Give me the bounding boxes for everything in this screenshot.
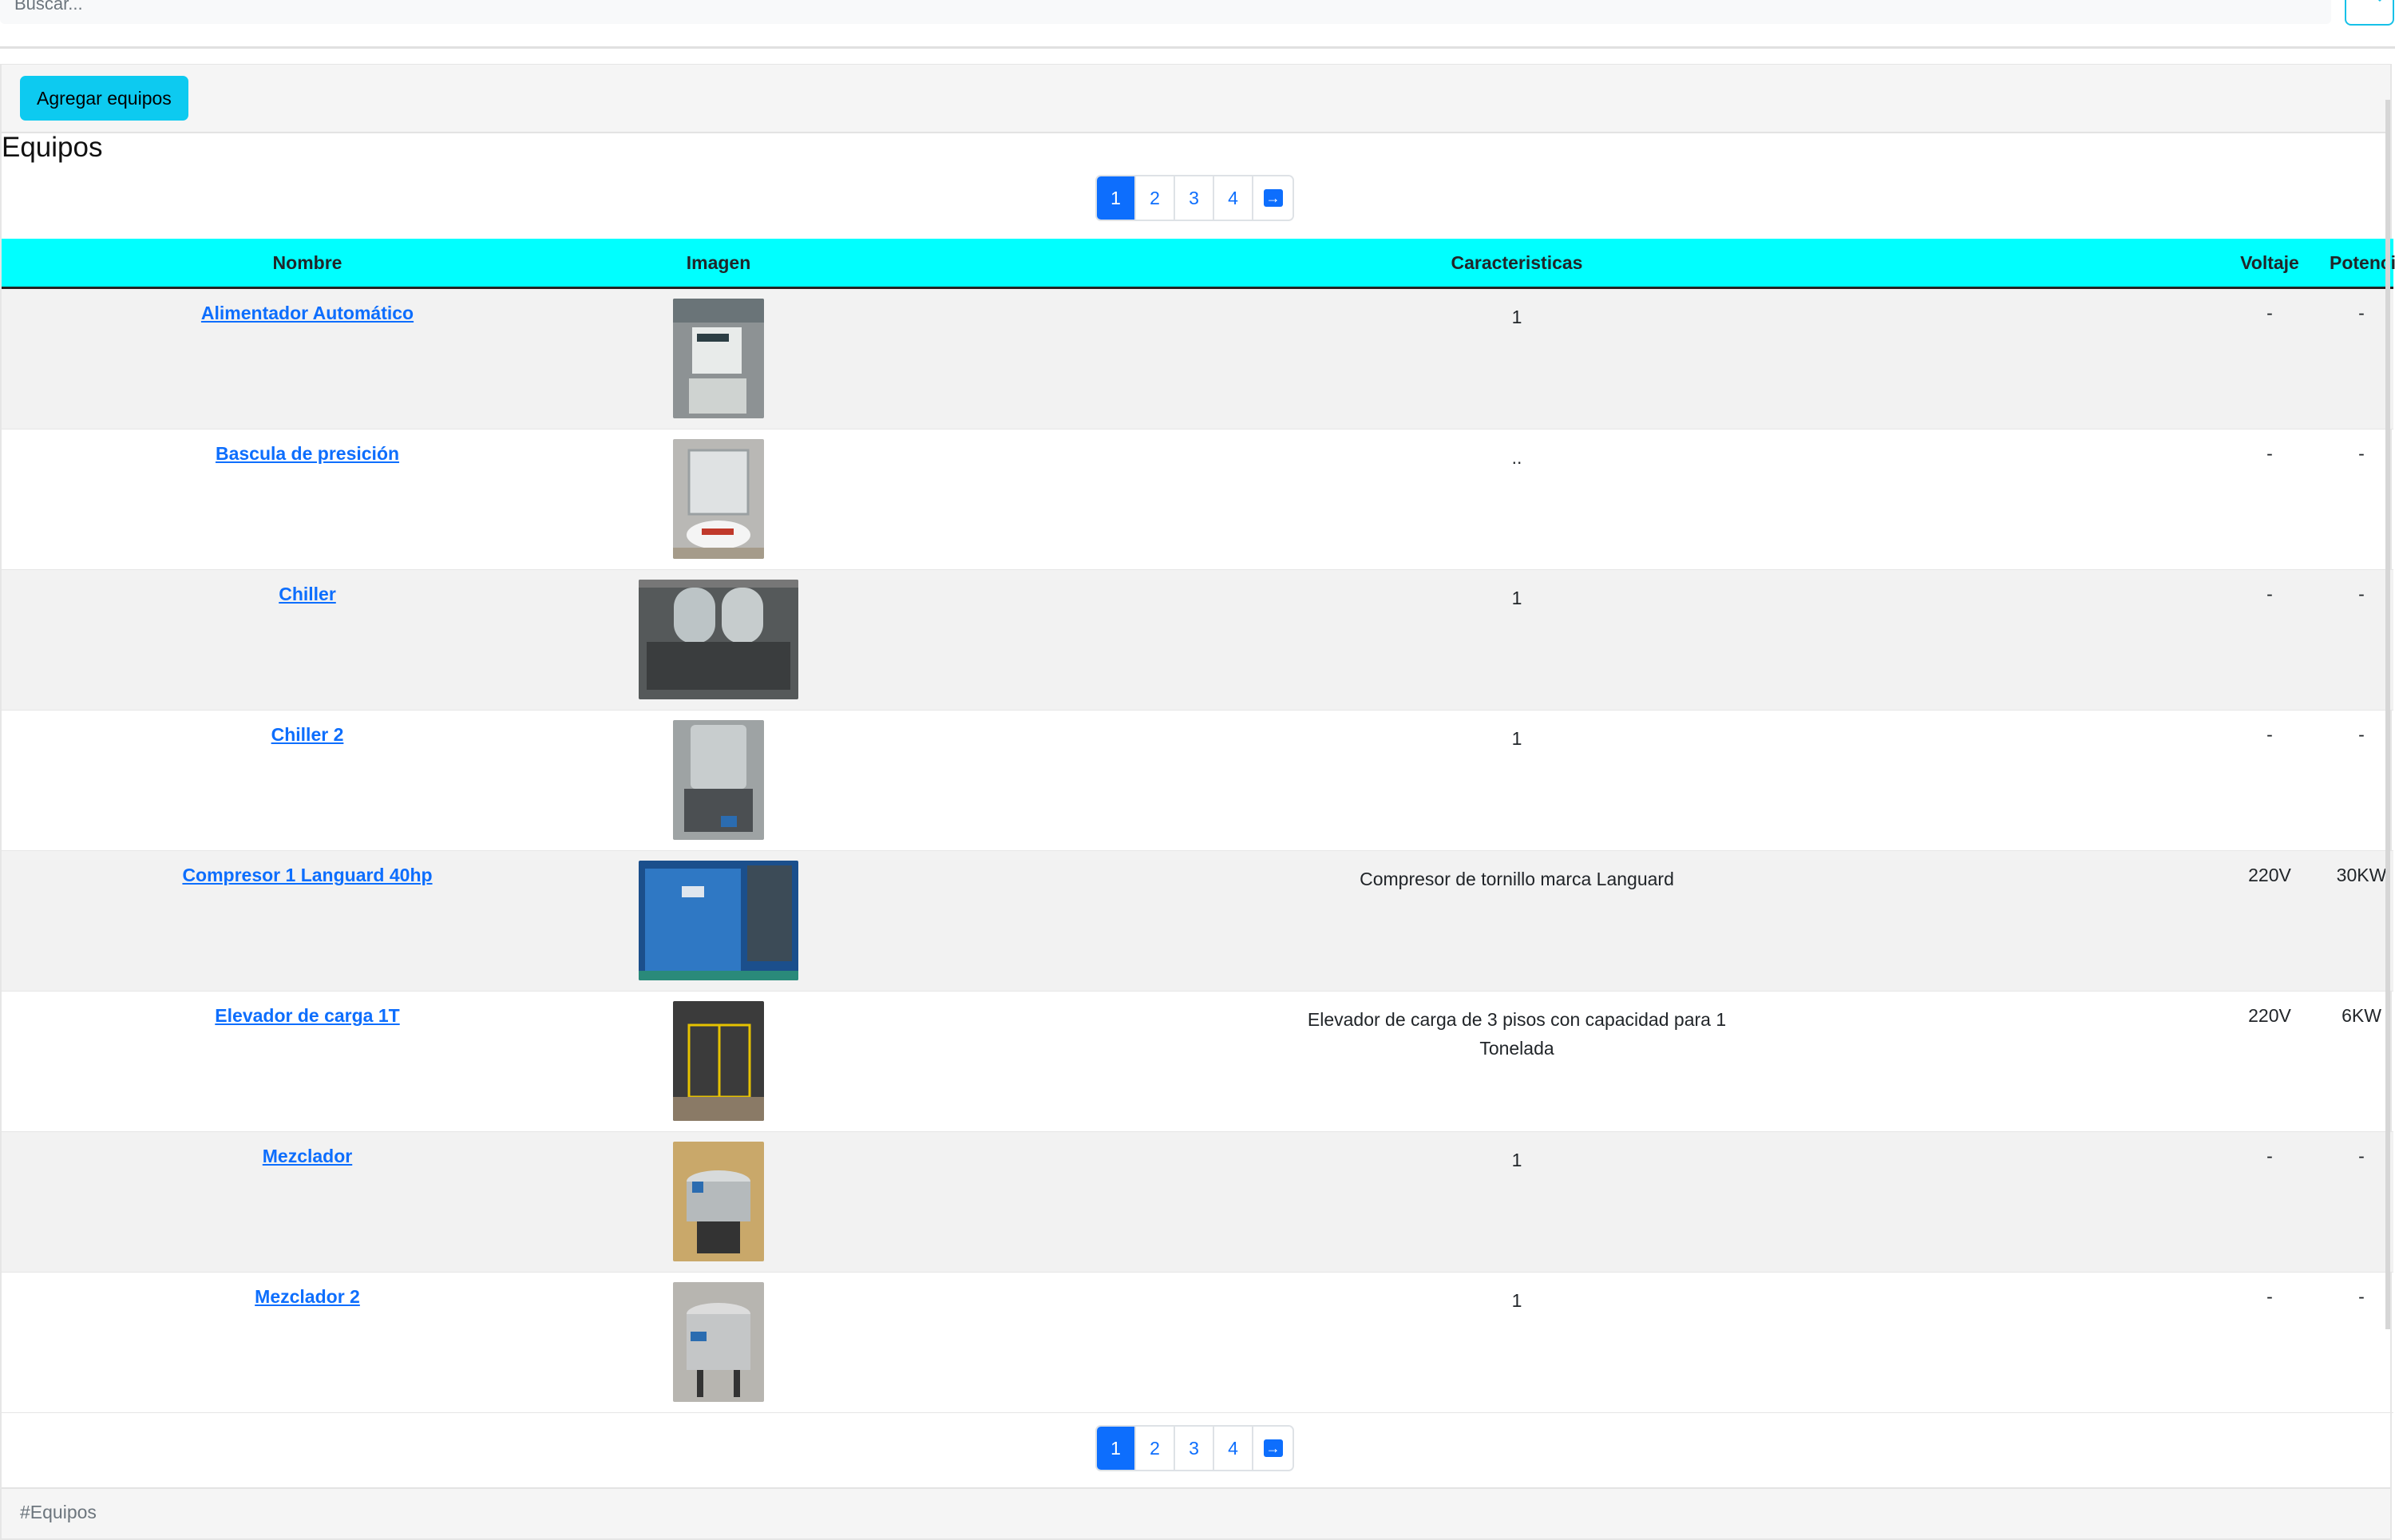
footer-text: #Equipos xyxy=(20,1502,97,1522)
search-input[interactable] xyxy=(0,0,2331,24)
equipment-name-link[interactable]: Mezclador 2 xyxy=(255,1286,360,1307)
page-title: Equipos xyxy=(2,132,103,163)
search-icon xyxy=(2377,0,2381,2)
voltage-cell: - xyxy=(2266,303,2273,323)
equipment-table: Nombre Imagen Caracteristicas Voltaje Po… xyxy=(2,239,2395,1413)
bascula-photo xyxy=(673,439,764,559)
header-caracteristicas: Caracteristicas xyxy=(1451,251,1583,273)
table-row: Bascula de presición .. - - xyxy=(2,430,2393,570)
page-4-link[interactable]: 4 xyxy=(1214,1427,1253,1470)
equipment-name-link[interactable]: Chiller 2 xyxy=(271,724,344,745)
power-cell: - xyxy=(2358,1146,2365,1166)
characteristics-cell: Compresor de tornillo marca Languard xyxy=(1360,869,1674,889)
characteristics-cell: 1 xyxy=(1511,1150,1522,1170)
next-page-link[interactable]: → xyxy=(1253,1427,1293,1470)
equipment-name-link[interactable]: Compresor 1 Languard 40hp xyxy=(182,865,432,885)
characteristics-cell: 1 xyxy=(1511,1290,1522,1311)
characteristics-cell: 1 xyxy=(1511,588,1522,608)
chiller-2-photo xyxy=(673,720,764,840)
mezclador-photo xyxy=(673,1142,764,1261)
next-page-link[interactable]: → xyxy=(1253,176,1293,220)
pagination-bottom: 1 2 3 4 → xyxy=(1095,1425,1294,1471)
chiller-photo xyxy=(639,580,798,699)
voltage-cell: - xyxy=(2266,1146,2273,1166)
characteristics-cell: 1 xyxy=(1511,307,1522,327)
equipment-name-link[interactable]: Alimentador Automático xyxy=(201,303,414,323)
characteristics-cell: Elevador de carga de 3 pisos con capacid… xyxy=(1307,1009,1727,1059)
mezclador-2-photo xyxy=(673,1282,764,1402)
voltage-cell: - xyxy=(2266,584,2273,604)
power-cell: 6KW xyxy=(2342,1005,2381,1026)
power-cell: - xyxy=(2358,724,2365,745)
equipment-name-link[interactable]: Bascula de presición xyxy=(216,443,399,464)
power-cell: - xyxy=(2358,1286,2365,1307)
table-row: Chiller 1 - - xyxy=(2,570,2393,711)
header-potencia: Potencia xyxy=(2330,251,2395,273)
header-nombre: Nombre xyxy=(272,251,342,273)
characteristics-cell: 1 xyxy=(1511,728,1522,749)
page-1-link[interactable]: 1 xyxy=(1097,176,1136,220)
elevador-photo xyxy=(673,1001,764,1121)
equipment-card: Agregar equipos Equipos 1 2 3 4 → Nombre… xyxy=(0,64,2395,1540)
equipment-name-link[interactable]: Mezclador xyxy=(263,1146,352,1166)
table-header: Nombre Imagen Caracteristicas Voltaje Po… xyxy=(2,239,2395,289)
card-footer: #Equipos xyxy=(2,1487,2390,1538)
page-3-link[interactable]: 3 xyxy=(1175,1427,1214,1470)
alimentador-photo xyxy=(673,299,764,418)
voltage-cell: - xyxy=(2266,443,2273,464)
arrow-right-icon: → xyxy=(1263,189,1283,207)
add-equipment-button[interactable]: Agregar equipos xyxy=(20,76,188,121)
equipment-name-link[interactable]: Elevador de carga 1T xyxy=(215,1005,399,1026)
header-imagen: Imagen xyxy=(686,251,751,273)
arrow-right-icon: → xyxy=(1263,1439,1283,1457)
page-1-link[interactable]: 1 xyxy=(1097,1427,1136,1470)
table-row: Chiller 2 1 - - xyxy=(2,711,2393,851)
voltage-cell: - xyxy=(2266,1286,2273,1307)
voltage-cell: - xyxy=(2266,724,2273,745)
top-search-bar xyxy=(0,0,2395,49)
header-voltaje: Voltaje xyxy=(2240,251,2299,273)
voltage-cell: 220V xyxy=(2248,865,2291,885)
power-cell: - xyxy=(2358,443,2365,464)
table-row: Compresor 1 Languard 40hp Compresor de t… xyxy=(2,851,2393,992)
page-4-link[interactable]: 4 xyxy=(1214,176,1253,220)
page-2-link[interactable]: 2 xyxy=(1136,176,1175,220)
power-cell: 30KW xyxy=(2336,865,2387,885)
power-cell: - xyxy=(2358,303,2365,323)
table-row: Alimentador Automático 1 - - xyxy=(2,289,2393,430)
scrollbar[interactable] xyxy=(2385,100,2390,1329)
page-2-link[interactable]: 2 xyxy=(1136,1427,1175,1470)
characteristics-cell: .. xyxy=(1511,447,1522,468)
power-cell: - xyxy=(2358,584,2365,604)
equipment-name-link[interactable]: Chiller xyxy=(279,584,336,604)
card-header: Agregar equipos xyxy=(2,65,2390,133)
search-button[interactable] xyxy=(2345,0,2394,26)
pagination-top: 1 2 3 4 → xyxy=(1095,175,1294,221)
table-row: Elevador de carga 1T Elevador de carga d… xyxy=(2,992,2393,1132)
compresor-photo xyxy=(639,861,798,980)
table-row: Mezclador 2 1 - - xyxy=(2,1273,2393,1413)
voltage-cell: 220V xyxy=(2248,1005,2291,1026)
table-row: Mezclador 1 - - xyxy=(2,1132,2393,1273)
page-3-link[interactable]: 3 xyxy=(1175,176,1214,220)
